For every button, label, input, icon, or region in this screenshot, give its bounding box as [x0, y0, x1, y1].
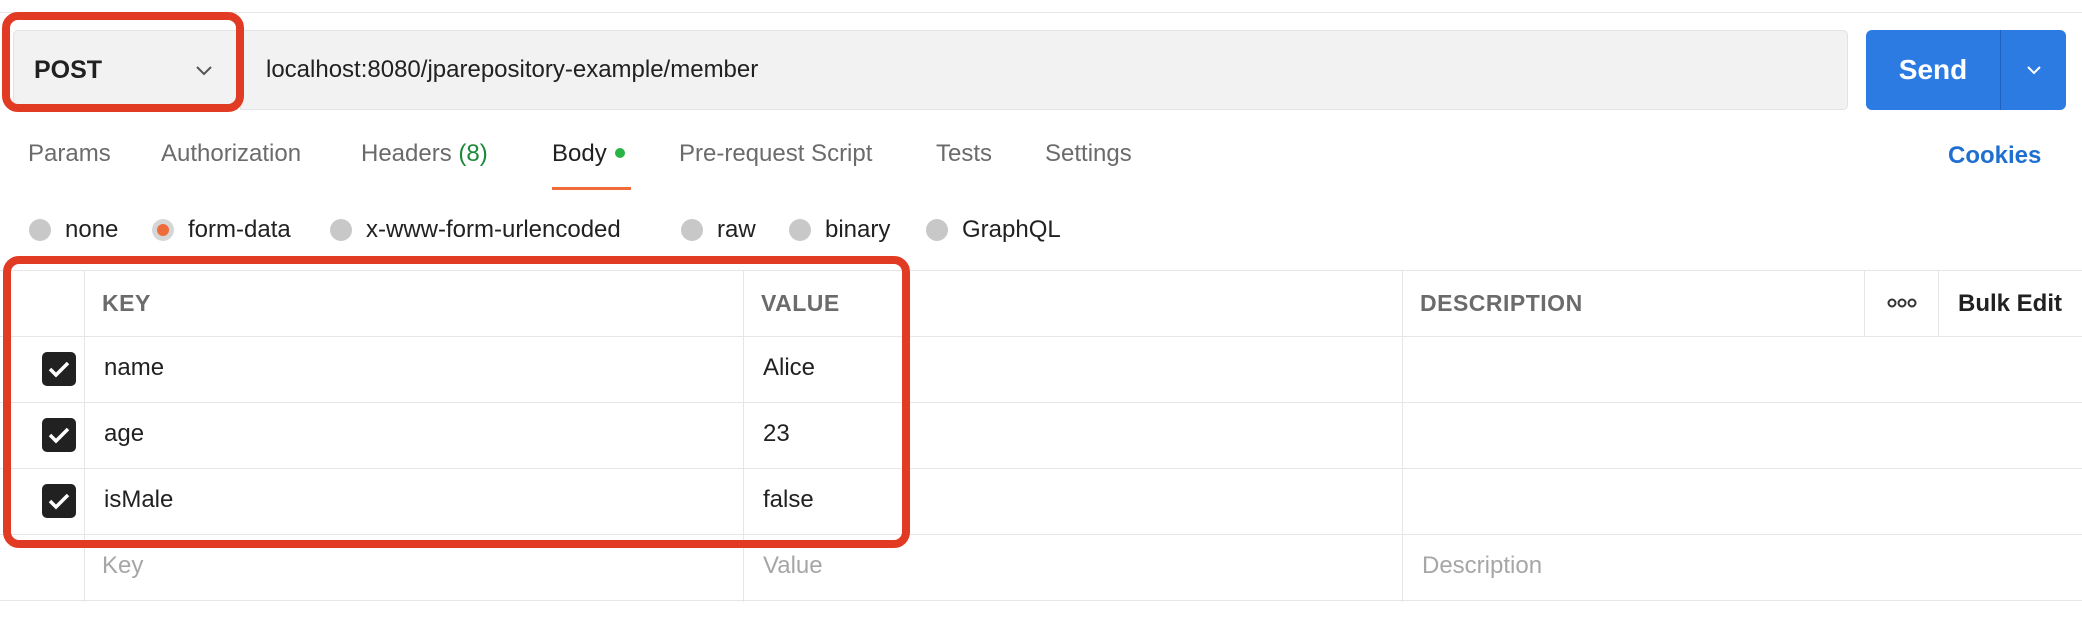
tab-body-label: Body	[552, 140, 607, 167]
more-horizontal-icon[interactable]	[1887, 297, 1917, 309]
tab-pre-request-script[interactable]: Pre-request Script	[679, 140, 872, 168]
body-type-options: none form-data x-www-form-urlencoded raw…	[0, 213, 1200, 247]
radio-circle	[681, 219, 703, 241]
radio-circle-selected	[152, 219, 174, 241]
new-description-input[interactable]: Description	[1422, 552, 1542, 580]
radio-circle	[29, 219, 51, 241]
tab-tests[interactable]: Tests	[936, 140, 992, 168]
send-button-group: Send	[1866, 30, 2066, 110]
url-input[interactable]: localhost:8080/jparepository-example/mem…	[240, 30, 1848, 110]
radio-raw[interactable]: raw	[681, 213, 756, 247]
tab-authorization[interactable]: Authorization	[161, 140, 301, 168]
column-header-description: DESCRIPTION	[1420, 290, 1583, 316]
send-options-button[interactable]	[2001, 30, 2066, 110]
tab-settings[interactable]: Settings	[1045, 140, 1132, 168]
radio-label: x-www-form-urlencoded	[366, 216, 621, 243]
new-value-input[interactable]: Value	[763, 552, 823, 580]
headers-count: (8)	[458, 140, 488, 167]
radio-form-data[interactable]: form-data	[152, 213, 291, 247]
top-divider	[0, 12, 2082, 13]
tab-headers-label: Headers	[361, 140, 452, 167]
radio-circle	[789, 219, 811, 241]
radio-label: form-data	[188, 216, 291, 243]
request-tabs: Params Authorization Headers (8) Body Pr…	[0, 140, 2082, 190]
radio-label: GraphQL	[962, 216, 1061, 243]
highlight-box-method	[2, 12, 244, 112]
radio-graphql[interactable]: GraphQL	[926, 213, 1061, 247]
radio-label: binary	[825, 216, 891, 243]
radio-none[interactable]: none	[29, 213, 118, 247]
send-button[interactable]: Send	[1866, 30, 2000, 110]
cookies-link[interactable]: Cookies	[1948, 142, 2041, 170]
radio-binary[interactable]: binary	[789, 213, 890, 247]
url-text: localhost:8080/jparepository-example/mem…	[266, 56, 759, 83]
body-modified-dot	[614, 147, 625, 158]
highlight-box-table	[3, 256, 910, 548]
tab-params[interactable]: Params	[28, 140, 111, 168]
radio-label: raw	[717, 216, 756, 243]
column-divider	[1938, 270, 1939, 336]
radio-label: none	[65, 216, 119, 243]
table-border	[0, 600, 2082, 601]
tab-body[interactable]: Body	[552, 140, 625, 168]
column-divider	[1864, 270, 1865, 336]
new-key-input[interactable]: Key	[102, 552, 143, 580]
radio-circle	[330, 219, 352, 241]
radio-circle	[926, 219, 948, 241]
tab-headers[interactable]: Headers (8)	[361, 140, 488, 168]
bulk-edit-button[interactable]: Bulk Edit	[1958, 290, 2062, 318]
radio-x-www-form-urlencoded[interactable]: x-www-form-urlencoded	[330, 213, 621, 247]
active-tab-indicator	[552, 187, 631, 190]
chevron-down-icon	[2026, 66, 2041, 75]
